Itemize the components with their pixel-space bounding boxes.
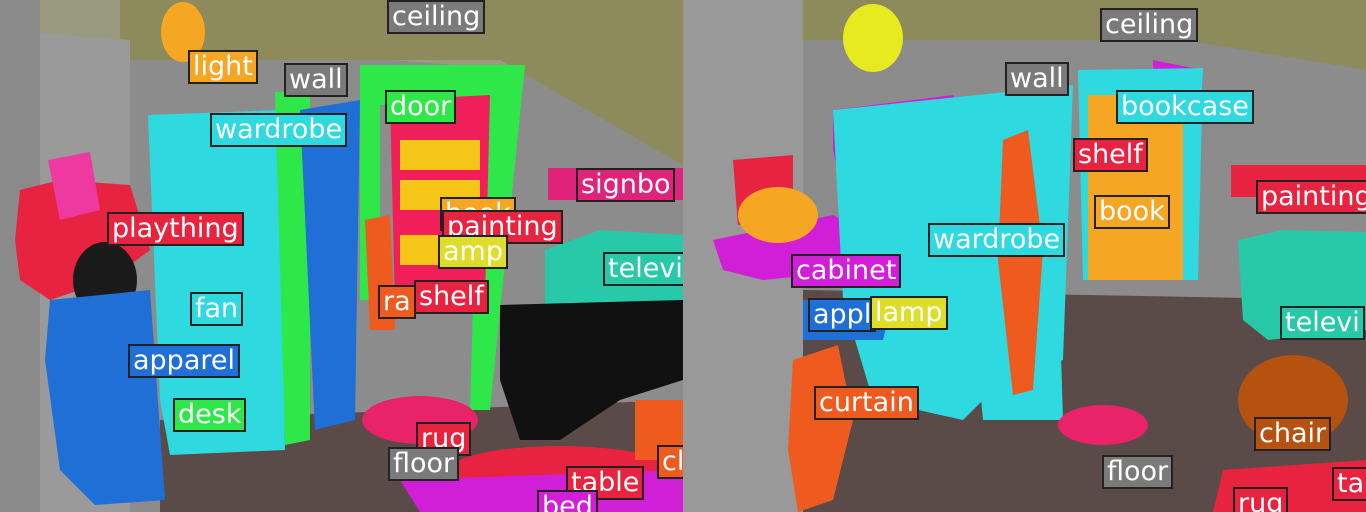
label-signboard: signbo xyxy=(576,168,676,202)
label-fan: fan xyxy=(190,292,244,326)
label-book: book xyxy=(1094,195,1170,229)
label-plaything: plaything xyxy=(107,212,244,246)
label-chair: chair xyxy=(1254,417,1332,451)
label-wall: wall xyxy=(284,63,348,97)
label-television: televi xyxy=(1280,306,1365,340)
label-curtain: curtain xyxy=(814,386,919,420)
label-cloth: cl xyxy=(657,445,683,479)
label-light: light xyxy=(188,50,258,84)
label-apparel: apparel xyxy=(128,344,240,378)
label-lamp: amp xyxy=(438,235,508,269)
label-railing: ra xyxy=(378,285,416,319)
label-appliance: appl xyxy=(808,298,877,332)
label-wall: wall xyxy=(1005,62,1069,96)
label-ceiling: ceiling xyxy=(387,0,486,34)
label-bed: bed xyxy=(537,490,598,512)
label-painting: painting xyxy=(1256,180,1366,214)
label-television: televi xyxy=(603,252,683,286)
label-table: ta xyxy=(1332,467,1366,501)
label-floor: floor xyxy=(388,447,460,481)
label-rug: rug xyxy=(1233,487,1289,512)
segmentation-panel-left: ceiling light wall door wardrobe signbo … xyxy=(0,0,683,512)
label-door: door xyxy=(385,90,457,124)
label-cabinet: cabinet xyxy=(791,254,902,288)
segmentation-panel-right: ceiling wall bookcase shelf painting boo… xyxy=(683,0,1366,512)
label-wardrobe: wardrobe xyxy=(210,113,348,147)
label-lamp: lamp xyxy=(870,296,948,330)
label-shelf: shelf xyxy=(1073,138,1148,172)
label-desk: desk xyxy=(173,398,247,432)
label-ceiling: ceiling xyxy=(1100,8,1199,42)
label-wardrobe: wardrobe xyxy=(928,223,1066,257)
label-shelf: shelf xyxy=(414,280,489,314)
label-bookcase: bookcase xyxy=(1116,90,1254,124)
label-floor: floor xyxy=(1102,455,1174,489)
